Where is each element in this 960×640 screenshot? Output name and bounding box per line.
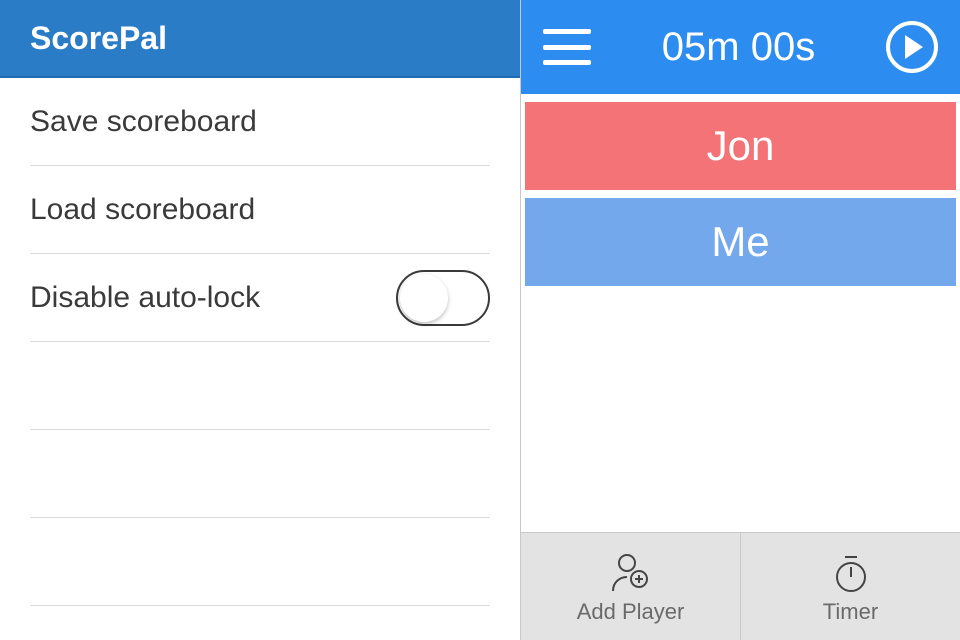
menu-item-empty bbox=[30, 430, 490, 518]
add-player-icon bbox=[607, 549, 655, 597]
scoreboard-header: 05m 00s bbox=[521, 0, 960, 94]
menu-drawer: ScorePal Save scoreboard Load scoreboard… bbox=[0, 0, 520, 640]
player-row[interactable]: Me bbox=[525, 198, 956, 286]
players-list: Jon Me bbox=[521, 94, 960, 532]
player-row[interactable]: Jon bbox=[525, 102, 956, 190]
menu-header: ScorePal bbox=[0, 0, 520, 78]
timer-label: Timer bbox=[823, 599, 878, 625]
auto-lock-toggle[interactable] bbox=[396, 270, 490, 326]
timer-display: 05m 00s bbox=[662, 25, 815, 70]
menu-item-label: Load scoreboard bbox=[30, 193, 255, 227]
hamburger-icon[interactable] bbox=[543, 29, 591, 65]
menu-item-label: Save scoreboard bbox=[30, 105, 257, 139]
play-icon bbox=[905, 35, 923, 59]
timer-button[interactable]: Timer bbox=[740, 533, 960, 640]
player-name: Jon bbox=[707, 122, 775, 170]
menu-item-label: Disable auto-lock bbox=[30, 281, 260, 315]
player-name: Me bbox=[711, 218, 769, 266]
toggle-knob bbox=[400, 274, 448, 322]
scoreboard-pane: 05m 00s Jon Me Add Play bbox=[520, 0, 960, 640]
bottom-bar: Add Player Timer bbox=[521, 532, 960, 640]
menu-list: Save scoreboard Load scoreboard Disable … bbox=[0, 78, 520, 606]
menu-item-empty bbox=[30, 342, 490, 430]
menu-item-load-scoreboard[interactable]: Load scoreboard bbox=[30, 166, 490, 254]
add-player-button[interactable]: Add Player bbox=[521, 533, 740, 640]
menu-item-save-scoreboard[interactable]: Save scoreboard bbox=[30, 78, 490, 166]
app-title: ScorePal bbox=[30, 20, 167, 57]
play-button[interactable] bbox=[886, 21, 938, 73]
timer-icon bbox=[827, 549, 875, 597]
menu-item-disable-auto-lock[interactable]: Disable auto-lock bbox=[30, 254, 490, 342]
menu-item-empty bbox=[30, 518, 490, 606]
add-player-label: Add Player bbox=[577, 599, 685, 625]
